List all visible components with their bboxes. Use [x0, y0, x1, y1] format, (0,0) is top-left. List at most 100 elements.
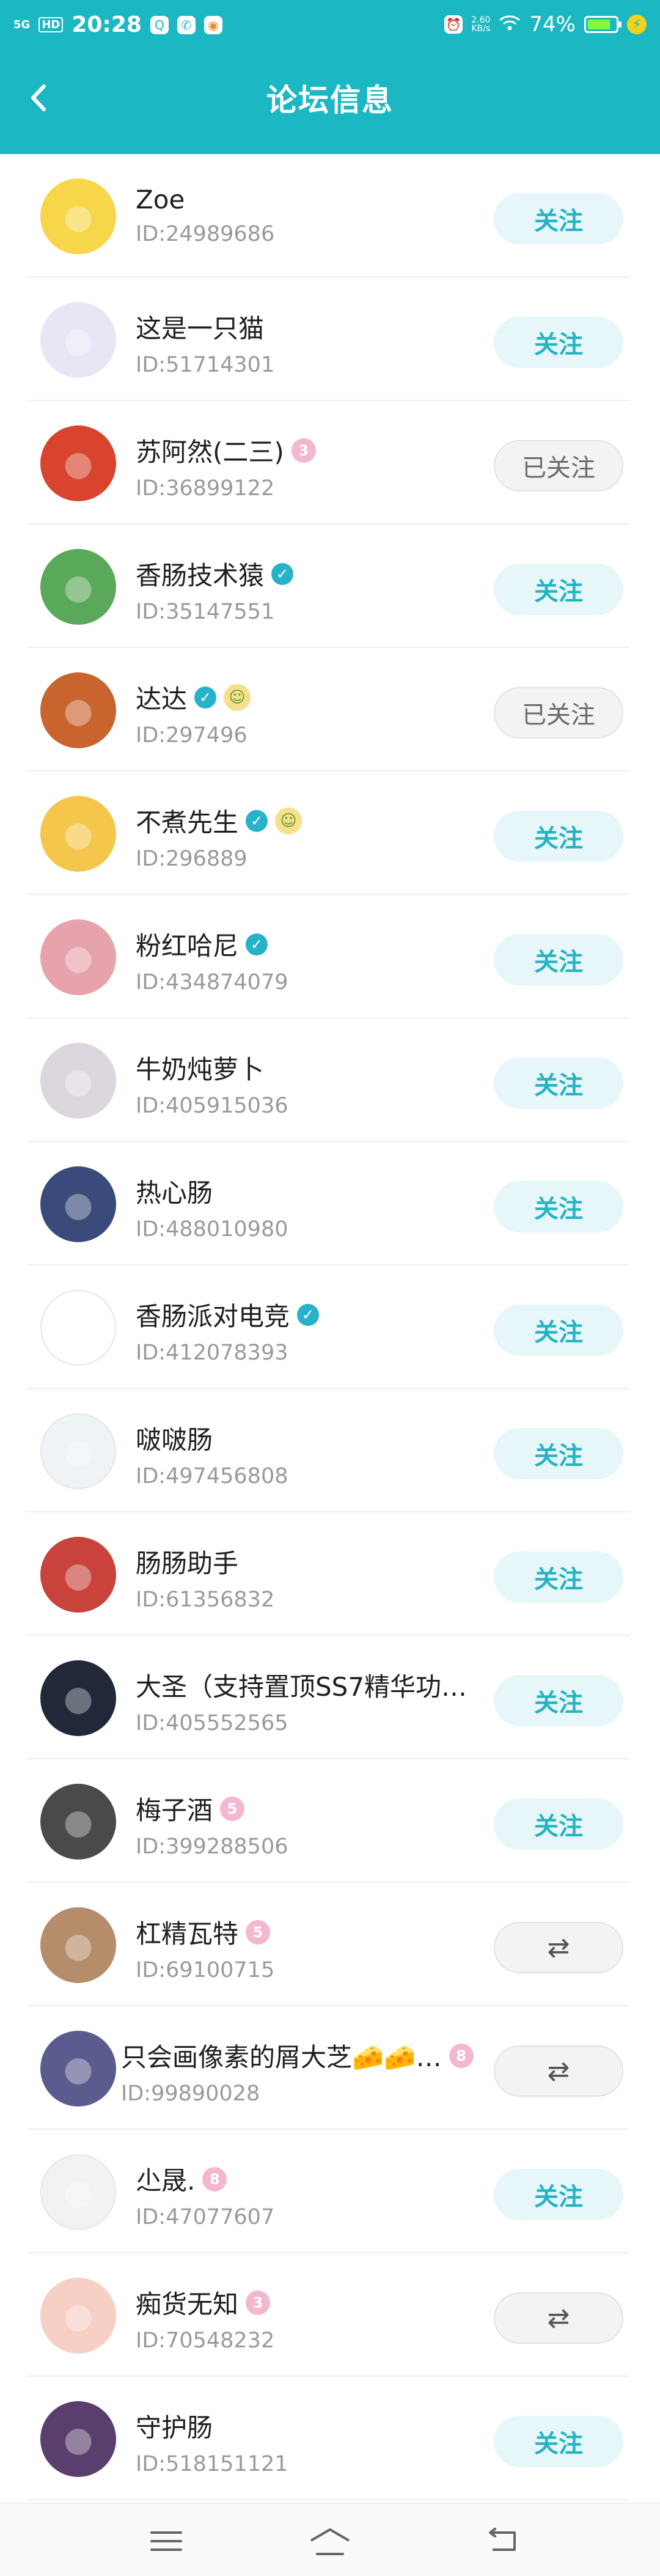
user-row[interactable]: ● 苏阿然(二三) 3 ID:36899122 已关注 — [0, 401, 660, 524]
avatar-image: ● — [63, 1061, 94, 1101]
user-row[interactable]: ● 热心肠 ID:488010980 关注 — [0, 1142, 660, 1265]
follow-button[interactable]: 关注 — [494, 1551, 623, 1603]
follow-button[interactable]: 关注 — [494, 934, 623, 985]
user-id: ID:405552565 — [136, 1711, 288, 1735]
alarm-icon: ⏰ — [444, 15, 463, 34]
home-button[interactable] — [306, 2520, 354, 2563]
avatar[interactable]: ● — [40, 2154, 116, 2230]
follow-button[interactable]: 关注 — [494, 317, 623, 368]
mutual-follow-button[interactable]: ⇄ — [494, 2292, 623, 2344]
user-row[interactable]: ● 这是一只猫 ID:51714301 关注 — [0, 278, 660, 401]
user-row[interactable]: ● 啵啵肠 ID:497456808 关注 — [0, 1389, 660, 1512]
username[interactable]: 只会画像素的屑大芝🧀🧀… — [121, 2037, 442, 2074]
user-row[interactable]: ● 只会画像素的屑大芝🧀🧀… 8 ID:99890028 ⇄ — [0, 2006, 660, 2130]
username[interactable]: Zoe — [136, 185, 185, 215]
follow-button[interactable]: 关注 — [494, 2416, 623, 2467]
avatar[interactable]: ● — [40, 2278, 116, 2353]
user-id: ID:24989686 — [136, 222, 275, 246]
avatar[interactable]: ● — [40, 672, 116, 748]
avatar[interactable]: ● — [40, 1907, 116, 1983]
username[interactable]: 香肠技术猿 — [136, 555, 264, 592]
following-button[interactable]: 已关注 — [494, 687, 623, 738]
avatar[interactable]: ● — [40, 1043, 116, 1119]
user-row[interactable]: ● Zoe ID:24989686 关注 — [0, 154, 660, 278]
username[interactable]: 粉红哈尼 — [136, 926, 238, 963]
mutual-follow-button[interactable]: ⇄ — [494, 2045, 623, 2097]
following-button[interactable]: 已关注 — [494, 440, 623, 491]
username[interactable]: 啵啵肠 — [136, 1419, 213, 1457]
charging-icon: ⚡ — [627, 15, 647, 34]
username[interactable]: 牛奶炖萝卜 — [136, 1049, 264, 1086]
name-line: 杠精瓦特 5 — [136, 1913, 477, 1951]
username[interactable]: 尐晟. — [136, 2160, 195, 2198]
follow-button[interactable]: 关注 — [494, 2169, 623, 2220]
user-row[interactable]: ● 肠肠助手 ID:61356832 关注 — [0, 1512, 660, 1636]
user-row[interactable]: ● 达达 ✓ ☺ ID:297496 已关注 — [0, 648, 660, 771]
user-row[interactable]: ● 守护肠 ID:518151121 关注 — [0, 2377, 660, 2500]
user-row[interactable]: ● 不煮先生 ✓ ☺ ID:296889 关注 — [0, 771, 660, 895]
menu-icon — [150, 2531, 182, 2551]
avatar[interactable]: ● — [40, 1537, 116, 1613]
avatar[interactable]: ● — [40, 1660, 116, 1736]
menu-button[interactable] — [142, 2520, 191, 2563]
avatar[interactable]: ● — [40, 1413, 116, 1489]
username[interactable]: 苏阿然(二三) — [136, 432, 284, 469]
follow-button[interactable]: 关注 — [494, 1058, 623, 1109]
avatar-image: ● — [63, 1308, 94, 1348]
username[interactable]: 痴货无知 — [136, 2284, 238, 2321]
username[interactable]: 热心肠 — [136, 1172, 213, 1210]
network-indicator: 5G — [13, 18, 31, 31]
username[interactable]: 梅子酒 — [136, 1790, 213, 1827]
level-badge-icon: 5 — [246, 1919, 271, 1945]
user-info: 痴货无知 3 ID:70548232 — [136, 2284, 477, 2353]
user-row[interactable]: ● 香肠技术猿 ✓ ID:35147551 关注 — [0, 524, 660, 648]
follow-button[interactable]: 关注 — [494, 1305, 623, 1356]
user-id: ID:399288506 — [136, 1834, 288, 1859]
system-back-button[interactable] — [478, 2520, 527, 2563]
user-info: 苏阿然(二三) 3 ID:36899122 — [136, 432, 477, 501]
user-row[interactable]: ● 牛奶炖萝卜 ID:405915036 关注 — [0, 1018, 660, 1142]
avatar[interactable]: ● — [40, 178, 116, 254]
follow-button[interactable]: 关注 — [494, 1181, 623, 1232]
avatar[interactable]: ● — [40, 302, 116, 378]
username[interactable]: 大圣（支持置顶SS7精华功… — [136, 1666, 467, 1704]
avatar[interactable]: ● — [40, 1290, 116, 1366]
username[interactable]: 守护肠 — [136, 2407, 213, 2445]
user-row[interactable]: ● 尐晟. 8 ID:47077607 关注 — [0, 2130, 660, 2253]
user-row[interactable]: ● 香肠派对电竞 ✓ ID:412078393 关注 — [0, 1265, 660, 1389]
follow-button[interactable]: 关注 — [494, 811, 623, 862]
user-id: ID:69100715 — [136, 1958, 275, 1982]
username[interactable]: 这是一只猫 — [136, 308, 264, 345]
follow-button[interactable]: 关注 — [494, 193, 623, 245]
user-id: ID:70548232 — [136, 2328, 275, 2353]
avatar[interactable]: ● — [40, 549, 116, 625]
avatar[interactable]: ● — [40, 919, 116, 995]
user-info: 热心肠 ID:488010980 — [136, 1172, 477, 1242]
status-bar: 5G HD 20:28 Q ✆ ◉ ⏰ 2.60 KB/s 74% ⚡ — [0, 0, 660, 53]
user-row[interactable]: ● 大圣（支持置顶SS7精华功… ID:405552565 关注 — [0, 1636, 660, 1759]
name-line: 啵啵肠 — [136, 1419, 477, 1457]
username[interactable]: 肠肠助手 — [136, 1543, 238, 1580]
avatar[interactable]: ● — [40, 425, 116, 501]
username[interactable]: 达达 — [136, 679, 187, 716]
user-row[interactable]: ● 杠精瓦特 5 ID:69100715 ⇄ — [0, 1883, 660, 2006]
avatar[interactable]: ● — [40, 2031, 116, 2107]
follow-button[interactable]: 关注 — [494, 564, 623, 615]
name-line: 粉红哈尼 ✓ — [136, 926, 477, 963]
avatar[interactable]: ● — [40, 2401, 116, 2477]
verified-badge-icon: ✓ — [194, 686, 217, 708]
username[interactable]: 香肠派对电竞 — [136, 1296, 290, 1333]
follow-button[interactable]: 关注 — [494, 1798, 623, 1850]
avatar[interactable]: ● — [40, 1784, 116, 1860]
avatar-image: ● — [63, 1555, 94, 1595]
user-row[interactable]: ● 痴货无知 3 ID:70548232 ⇄ — [0, 2253, 660, 2377]
avatar[interactable]: ● — [40, 1166, 116, 1242]
user-row[interactable]: ● 梅子酒 5 ID:399288506 关注 — [0, 1759, 660, 1883]
follow-button[interactable]: 关注 — [494, 1428, 623, 1479]
avatar[interactable]: ● — [40, 796, 116, 872]
username[interactable]: 杠精瓦特 — [136, 1913, 238, 1951]
mutual-follow-button[interactable]: ⇄ — [494, 1922, 623, 1973]
username[interactable]: 不煮先生 — [136, 802, 238, 839]
user-row[interactable]: ● 粉红哈尼 ✓ ID:434874079 关注 — [0, 895, 660, 1018]
follow-button[interactable]: 关注 — [494, 1675, 623, 1726]
